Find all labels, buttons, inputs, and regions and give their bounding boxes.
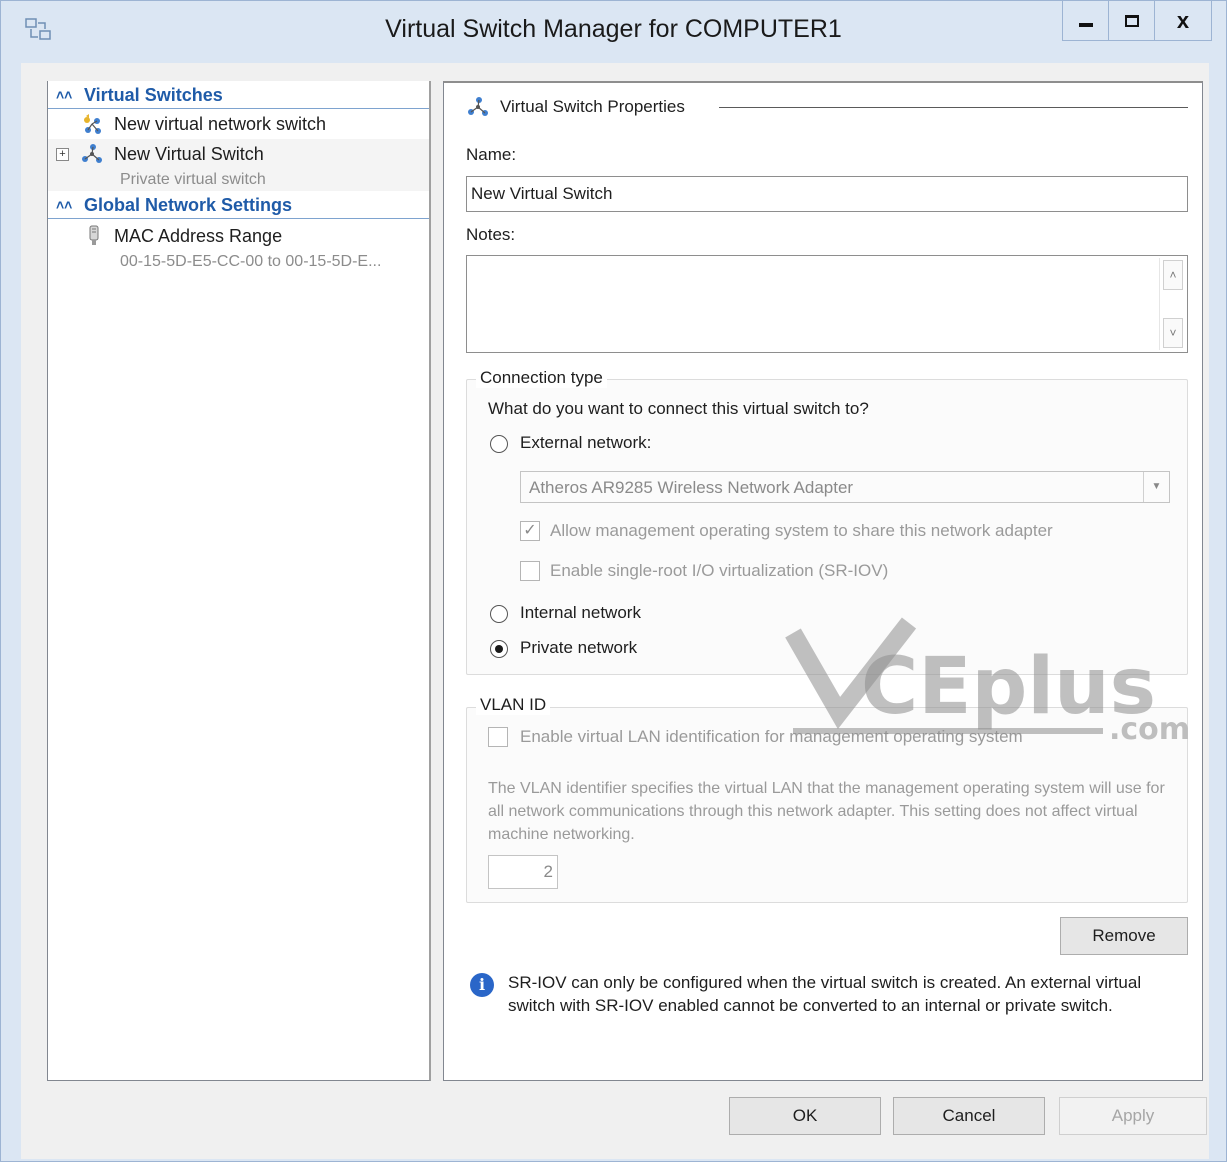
internal-network-radio[interactable] (490, 605, 508, 623)
switch-list-item[interactable]: + New Virtual Switch Private virtual swi… (48, 139, 429, 191)
cancel-button[interactable]: Cancel (893, 1097, 1045, 1135)
dialog-client-area: ˄˄ Virtual Switches New virtual network … (21, 63, 1209, 1159)
close-button[interactable]: x (1154, 1, 1212, 41)
switch-tree-pane: ˄˄ Virtual Switches New virtual network … (47, 81, 431, 1081)
virtual-switch-manager-window: Virtual Switch Manager for COMPUTER1 x ˄… (0, 0, 1227, 1162)
notes-label: Notes: (466, 225, 516, 244)
ok-button[interactable]: OK (729, 1097, 881, 1135)
network-adapter-dropdown[interactable]: Atheros AR9285 Wireless Network Adapter … (520, 471, 1170, 503)
virtual-switches-header[interactable]: ˄˄ Virtual Switches (48, 81, 429, 109)
mac-address-range-value: 00-15-5D-E5-CC-00 to 00-15-5D-E... (120, 253, 382, 270)
remove-button[interactable]: Remove (1060, 917, 1188, 955)
expand-icon[interactable]: + (56, 148, 69, 161)
global-network-settings-header[interactable]: ˄˄ Global Network Settings (48, 191, 429, 219)
switch-type-label: Private virtual switch (120, 171, 266, 188)
enable-vlan-checkbox[interactable] (488, 727, 508, 747)
collapse-chevron-icon[interactable]: ˄˄ (56, 81, 72, 109)
notes-scrollbar[interactable]: ˄ ˅ (1159, 258, 1185, 350)
maximize-icon (1124, 14, 1139, 27)
new-switch-icon (84, 114, 101, 134)
allow-management-os-label: Allow management operating system to sha… (550, 521, 1053, 540)
name-input[interactable] (466, 176, 1188, 212)
chevron-down-icon[interactable]: ▼ (1143, 472, 1169, 502)
vlan-description: The VLAN identifier specifies the virtua… (488, 780, 1165, 843)
collapse-chevron-icon[interactable]: ˄˄ (56, 191, 72, 219)
vlan-id-title: VLAN ID (476, 695, 551, 715)
virtual-switches-header-label: Virtual Switches (84, 85, 223, 105)
info-icon: i (470, 973, 494, 997)
network-adapter-value: Atheros AR9285 Wireless Network Adapter (529, 478, 854, 497)
switch-name-row[interactable]: + New Virtual Switch (48, 139, 429, 169)
switch-properties-pane: Virtual Switch Properties Name: Notes: ˄… (443, 81, 1203, 1081)
external-network-radio[interactable] (490, 435, 508, 453)
virtual-switch-icon (468, 97, 488, 116)
switch-name-label: New Virtual Switch (114, 144, 264, 164)
network-adapter-icon (89, 225, 99, 245)
window-title: Virtual Switch Manager for COMPUTER1 (385, 15, 842, 43)
mac-address-range-label: MAC Address Range (114, 226, 283, 246)
external-network-label: External network: (520, 433, 652, 452)
connection-question: What do you want to connect this virtual… (488, 399, 869, 418)
window-controls: x (1062, 1, 1212, 41)
enable-vlan-label: Enable virtual LAN identification for ma… (520, 727, 1023, 746)
section-divider (719, 107, 1188, 108)
name-label: Name: (466, 145, 517, 164)
title-bar: Virtual Switch Manager for COMPUTER1 x (1, 1, 1226, 63)
private-network-label: Private network (520, 638, 638, 657)
vlan-id-input[interactable] (488, 855, 558, 889)
apply-button[interactable]: Apply (1059, 1097, 1207, 1135)
virtual-switch-properties-title: Virtual Switch Properties (466, 95, 685, 119)
mac-label-row[interactable]: MAC Address Range (48, 221, 429, 251)
scroll-down-icon[interactable]: ˅ (1163, 318, 1183, 348)
mac-address-range-item[interactable]: MAC Address Range 00-15-5D-E5-CC-00 to 0… (48, 221, 429, 273)
sriov-info-text: SR-IOV can only be configured when the v… (508, 973, 1142, 1015)
new-switch-label: New virtual network switch (114, 114, 327, 134)
notes-textarea[interactable]: ˄ ˅ (466, 255, 1188, 353)
section-title-label: Virtual Switch Properties (500, 97, 685, 116)
minimize-icon (1078, 22, 1093, 27)
virtual-switch-icon (82, 144, 102, 163)
sriov-checkbox[interactable] (520, 561, 540, 581)
scroll-up-icon[interactable]: ˄ (1163, 260, 1183, 290)
maximize-button[interactable] (1108, 1, 1154, 41)
new-virtual-network-switch-item[interactable]: New virtual network switch (48, 109, 429, 139)
sriov-label: Enable single-root I/O virtualization (S… (550, 561, 889, 580)
internal-network-label: Internal network (520, 603, 641, 622)
minimize-button[interactable] (1062, 1, 1108, 41)
private-network-radio[interactable] (490, 640, 508, 658)
allow-management-os-checkbox[interactable]: ✓ (520, 521, 540, 541)
connection-type-title: Connection type (476, 368, 607, 388)
global-network-settings-label: Global Network Settings (84, 195, 293, 215)
